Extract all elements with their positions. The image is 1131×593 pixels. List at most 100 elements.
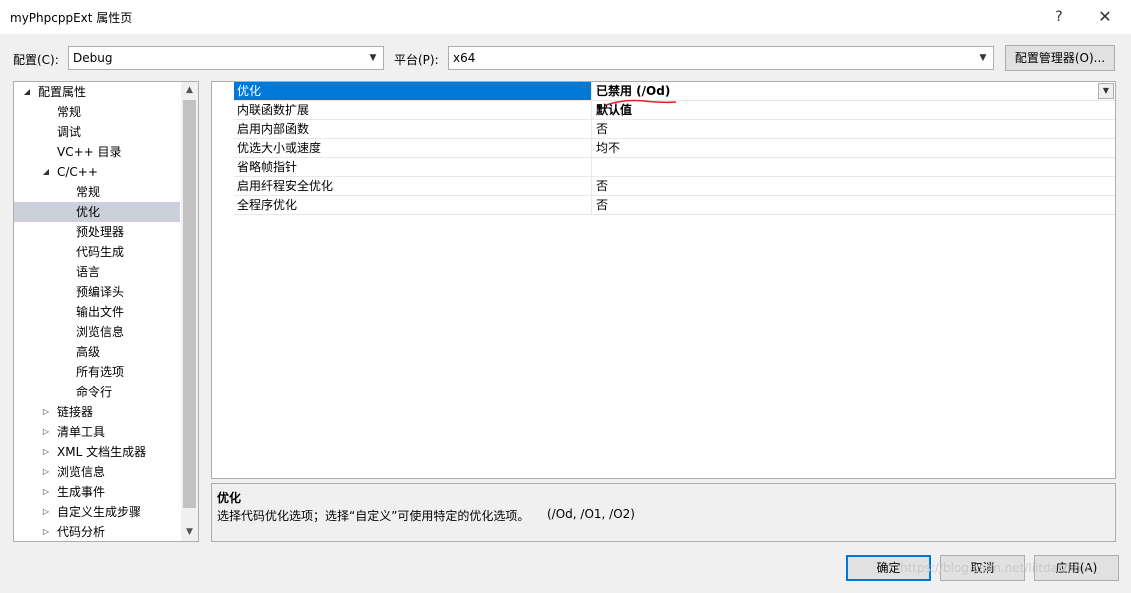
close-button[interactable]: ✕ — [1085, 4, 1125, 30]
property-value[interactable]: 否 — [592, 120, 1115, 139]
tree-item[interactable]: ◢ 配置属性 — [14, 82, 180, 102]
expand-icon[interactable]: ▷ — [41, 502, 51, 522]
property-grid[interactable]: 优化 已禁用 (/Od) ▼ 内联函数扩展 默认值 启用内部函数否优选大小或速度 均不 省略帧… — [211, 81, 1116, 479]
tree-item-label: 预处理器 — [76, 225, 125, 239]
chevron-down-icon[interactable]: ▼ — [1098, 83, 1114, 99]
row-gutter — [212, 139, 234, 158]
platform-select[interactable]: x64 ▼ — [448, 46, 994, 70]
row-gutter — [212, 158, 234, 177]
expand-icon[interactable]: ▷ — [41, 402, 51, 422]
property-row[interactable]: 内联函数扩展 默认值 — [212, 101, 1115, 120]
property-name[interactable]: 启用纤程安全优化 — [234, 177, 592, 196]
tree-item[interactable]: 调试 — [14, 122, 180, 142]
tree-item[interactable]: 预编译头 — [14, 282, 180, 302]
expand-icon[interactable]: ▷ — [41, 482, 51, 502]
property-name[interactable]: 启用内部函数 — [234, 120, 592, 139]
property-value[interactable]: 默认值 — [592, 101, 1115, 120]
tree-item[interactable]: ▷ 自定义生成步骤 — [14, 502, 180, 522]
property-name[interactable]: 全程序优化 — [234, 196, 592, 215]
tree-item-label: C/C++ — [57, 165, 98, 179]
row-gutter — [212, 82, 234, 101]
tree-item-label: 浏览信息 — [57, 465, 106, 479]
property-row[interactable]: 全程序优化否 — [212, 196, 1115, 215]
property-name[interactable]: 优化 — [234, 82, 592, 101]
tree-item-label: 调试 — [57, 125, 82, 139]
property-value[interactable] — [592, 158, 1115, 177]
tree-item[interactable]: 预处理器 — [14, 222, 180, 242]
tree-scrollbar[interactable]: ▲ ▼ — [181, 82, 198, 541]
tree-item-label: 配置属性 — [38, 85, 87, 99]
property-value[interactable]: 否 — [592, 177, 1115, 196]
scroll-thumb[interactable] — [183, 100, 196, 508]
tree-item[interactable]: 高级 — [14, 342, 180, 362]
tree-item-label: 语言 — [76, 265, 101, 279]
expand-icon[interactable]: ▷ — [41, 462, 51, 482]
property-row[interactable]: 启用纤程安全优化否 — [212, 177, 1115, 196]
tree-item-label: 代码分析 — [57, 525, 106, 539]
watermark: https://blog.csdn.net/liitdar/linu — [900, 561, 1089, 575]
tree-item-label: 高级 — [76, 345, 101, 359]
tree-item[interactable]: ▷ XML 文档生成器 — [14, 442, 180, 462]
collapse-icon[interactable]: ◢ — [41, 162, 51, 182]
tree-item-label: 预编译头 — [76, 285, 125, 299]
config-manager-button[interactable]: 配置管理器(O)... — [1005, 45, 1115, 71]
property-row[interactable]: 优化 已禁用 (/Od) ▼ — [212, 82, 1115, 101]
tree-item-label: 输出文件 — [76, 305, 125, 319]
tree-item[interactable]: 优化 — [14, 202, 180, 222]
tree-item[interactable]: 语言 — [14, 262, 180, 282]
tree-item[interactable]: 常规 — [14, 102, 180, 122]
property-value[interactable]: 否 — [592, 196, 1115, 215]
tree-item-label: 优化 — [76, 205, 101, 219]
row-gutter — [212, 196, 234, 215]
title-bar: myPhpcppExt 属性页 ? ✕ — [0, 0, 1131, 34]
chevron-down-icon: ▼ — [979, 53, 987, 63]
tree-item-label: 命令行 — [76, 385, 113, 399]
tree-item[interactable]: 输出文件 — [14, 302, 180, 322]
tree-item[interactable]: 所有选项 — [14, 362, 180, 382]
tree-item[interactable]: ▷ 生成事件 — [14, 482, 180, 502]
property-tree[interactable]: ◢ 配置属性 常规 调试 VC++ 目录 ◢ C/C++ 常规 优化 预处理器 代码生成 语言 预编译头… — [13, 81, 199, 542]
config-label: 配置(C): — [13, 53, 59, 67]
tree-item[interactable]: ▷ 链接器 — [14, 402, 180, 422]
tree-item[interactable]: 浏览信息 — [14, 322, 180, 342]
tree-item[interactable]: 代码生成 — [14, 242, 180, 262]
config-value: Debug — [73, 51, 113, 65]
tree-item-label: 链接器 — [57, 405, 94, 419]
scroll-down-icon[interactable]: ▼ — [181, 524, 198, 541]
property-name[interactable]: 优选大小或速度 — [234, 139, 592, 158]
expand-icon[interactable]: ▷ — [41, 442, 51, 462]
property-row[interactable]: 优选大小或速度 均不 — [212, 139, 1115, 158]
expand-icon[interactable]: ▷ — [41, 522, 51, 541]
window-title: myPhpcppExt 属性页 — [10, 11, 133, 25]
property-name[interactable]: 内联函数扩展 — [234, 101, 592, 120]
property-name[interactable]: 省略帧指针 — [234, 158, 592, 177]
expand-icon[interactable]: ▷ — [41, 422, 51, 442]
description-text: 选择代码优化选项；选择“自定义”可使用特定的优化选项。 — [217, 509, 530, 523]
tree-item-label: VC++ 目录 — [57, 145, 122, 159]
property-row[interactable]: 启用内部函数否 — [212, 120, 1115, 139]
row-gutter — [212, 177, 234, 196]
tree-item-label: 浏览信息 — [76, 325, 125, 339]
tree-item[interactable]: ▷ 清单工具 — [14, 422, 180, 442]
collapse-icon[interactable]: ◢ — [22, 82, 32, 102]
help-button[interactable]: ? — [1039, 4, 1079, 30]
scroll-up-icon[interactable]: ▲ — [181, 82, 198, 99]
tree-item-label: 自定义生成步骤 — [57, 505, 142, 519]
tree-item[interactable]: 常规 — [14, 182, 180, 202]
tree-item[interactable]: ▷ 代码分析 — [14, 522, 180, 541]
tree-item-label: 常规 — [76, 185, 101, 199]
tree-item-label: 生成事件 — [57, 485, 106, 499]
description-options: (/Od, /O1, /O2) — [547, 507, 635, 521]
platform-label: 平台(P): — [394, 53, 439, 67]
config-select[interactable]: Debug ▼ — [68, 46, 384, 70]
tree-item-label: 清单工具 — [57, 425, 106, 439]
property-value[interactable]: 已禁用 (/Od) — [592, 82, 1115, 101]
tree-item[interactable]: ▷ 浏览信息 — [14, 462, 180, 482]
tree-item[interactable]: ◢ C/C++ — [14, 162, 180, 182]
property-value[interactable]: 均不 — [592, 139, 1115, 158]
tree-item[interactable]: VC++ 目录 — [14, 142, 180, 162]
tree-item-label: 常规 — [57, 105, 82, 119]
property-row[interactable]: 省略帧指针 — [212, 158, 1115, 177]
tree-item[interactable]: 命令行 — [14, 382, 180, 402]
platform-value: x64 — [453, 51, 476, 65]
